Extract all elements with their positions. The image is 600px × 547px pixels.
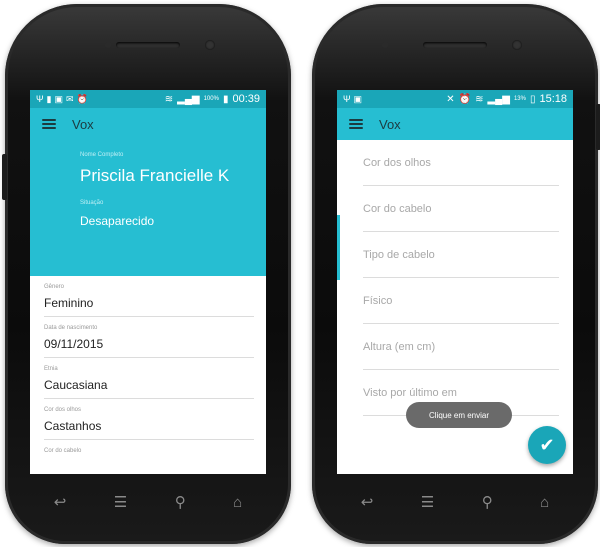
eye-color-input[interactable]: Cor dos olhos: [363, 140, 559, 186]
height-input[interactable]: Altura (em cm): [363, 324, 559, 370]
field-eye-color: Cor dos olhos Castanhos: [30, 399, 254, 440]
menu-icon[interactable]: [349, 119, 363, 129]
app-title: Vox: [379, 116, 401, 132]
edit-form: Cor dos olhos Cor do cabelo Tipo de cabe…: [337, 140, 573, 416]
field-gender: Gênero Feminino: [30, 276, 254, 317]
scroll-indicator: [337, 215, 340, 280]
hair-color-input[interactable]: Cor do cabelo: [363, 186, 559, 232]
usb-icon: Ψ: [36, 94, 44, 104]
signal-icon: ▂▄▆: [487, 93, 510, 105]
sensor: [105, 42, 111, 48]
app-title: Vox: [72, 116, 94, 132]
sensor: [382, 42, 388, 48]
volume-button: [2, 154, 7, 200]
home-icon[interactable]: ⌂: [540, 494, 549, 511]
notification-icons: Ψ ▮ ▣ ✉ ⏰: [36, 94, 88, 105]
submit-button[interactable]: ✔: [528, 426, 566, 464]
status-bar: Ψ ▮ ▣ ✉ ⏰ ≋ ▂▄▆ 100% ▮ 00:39: [30, 90, 266, 108]
notification-icons: Ψ ▣: [343, 94, 362, 105]
message-icon: ✉: [66, 93, 74, 104]
battery-percent: 13%: [513, 96, 526, 102]
details-list: Gênero Feminino Data de nascimento 09/11…: [30, 276, 266, 454]
menu-button-icon[interactable]: ☰: [421, 493, 434, 511]
sim-icon: ▮: [46, 93, 52, 104]
image-icon: ▣: [353, 93, 363, 104]
battery-icon: ▮: [222, 93, 229, 105]
power-button: [596, 104, 600, 150]
status-bar: Ψ ▣ ✕ ⏰ ≋ ▂▄▆ 13% ▯ 15:18: [337, 90, 573, 108]
person-name: Priscila Francielle K: [80, 166, 230, 185]
physique-input[interactable]: Físico: [363, 278, 559, 324]
hair-type-input[interactable]: Tipo de cabelo: [363, 232, 559, 278]
wifi-icon: ≋: [164, 93, 174, 105]
wifi-icon: ≋: [475, 93, 484, 105]
back-icon[interactable]: ↩: [54, 493, 67, 511]
status-label: Situação: [80, 200, 104, 206]
image-icon: ▣: [54, 93, 63, 104]
alarm-icon: ⏰: [458, 93, 472, 105]
app-bar: Vox: [337, 108, 573, 140]
back-icon[interactable]: ↩: [361, 493, 374, 511]
phone-right: Ψ ▣ ✕ ⏰ ≋ ▂▄▆ 13% ▯ 15:18 Vox Cor dos ol…: [312, 4, 600, 544]
profile-header: Nome Completo Priscila Francielle K Situ…: [30, 140, 266, 276]
screen-left: Ψ ▮ ▣ ✉ ⏰ ≋ ▂▄▆ 100% ▮ 00:39 Vox Nome Co…: [30, 90, 266, 474]
menu-button-icon[interactable]: ☰: [114, 493, 127, 511]
nav-buttons: ↩ ☰ ⚲ ⌂: [337, 482, 573, 522]
search-icon[interactable]: ⚲: [175, 493, 186, 511]
menu-icon[interactable]: [42, 119, 56, 129]
search-icon[interactable]: ⚲: [482, 493, 493, 511]
clock: 15:18: [539, 93, 567, 105]
usb-icon: Ψ: [343, 94, 351, 104]
mute-icon: ✕: [446, 93, 455, 105]
speaker-grille: [116, 42, 180, 48]
screen-right: Ψ ▣ ✕ ⏰ ≋ ▂▄▆ 13% ▯ 15:18 Vox Cor dos ol…: [337, 90, 573, 474]
front-camera: [512, 40, 522, 50]
person-status: Desaparecido: [80, 214, 155, 228]
home-icon[interactable]: ⌂: [233, 494, 242, 511]
field-ethnicity: Etnia Caucasiana: [30, 358, 254, 399]
alarm-icon: ⏰: [76, 93, 88, 104]
check-icon: ✔: [539, 434, 555, 455]
battery-icon: ▯: [529, 93, 536, 105]
phone-left: Ψ ▮ ▣ ✉ ⏰ ≋ ▂▄▆ 100% ▮ 00:39 Vox Nome Co…: [2, 4, 291, 544]
name-label: Nome Completo: [80, 152, 124, 158]
field-birthdate: Data de nascimento 09/11/2015: [30, 317, 254, 358]
speaker-grille: [423, 42, 487, 48]
app-bar: Vox: [30, 108, 266, 140]
signal-icon: ▂▄▆: [177, 93, 200, 105]
front-camera: [205, 40, 215, 50]
battery-percent: 100%: [203, 96, 219, 102]
toast-message: Clique em enviar: [406, 402, 512, 428]
clock: 00:39: [232, 93, 260, 105]
field-hair-color: Cor do cabelo: [44, 448, 82, 454]
nav-buttons: ↩ ☰ ⚲ ⌂: [30, 482, 266, 522]
